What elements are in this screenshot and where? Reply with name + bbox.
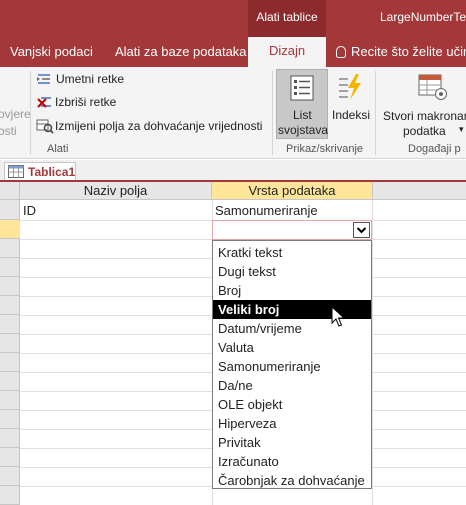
dropdown-option[interactable]: Dugi tekst [213,262,371,281]
column-header-field-name[interactable]: Naziv polja [20,182,212,200]
mouse-cursor-icon [331,306,345,327]
cut-off-label-top: ovjere [0,107,31,121]
dropdown-option[interactable]: Valuta [213,338,371,357]
create-data-macros-label-2: podatka [403,124,446,138]
column-header-data-type[interactable]: Vrsta podataka [212,182,372,200]
corner-selector [0,182,20,200]
modify-lookups-label: Izmijeni polja za dohvaćanje vrijednosti [55,119,263,133]
dropdown-option[interactable]: Kratki tekst [213,243,371,262]
ribbon-tab-row: Vanjski podaci Alati za baze podataka Re… [0,37,466,67]
row-selector[interactable] [0,353,20,372]
dropdown-option[interactable]: Da/ne [213,376,371,395]
chevron-down-icon [356,227,367,234]
create-data-macros-button[interactable]: Stvori makronar podatka ▾ [380,69,466,139]
modify-lookups-button[interactable]: Izmijeni polja za dohvaćanje vrijednosti [36,117,268,137]
data-type-combo[interactable] [212,220,372,240]
property-sheet-label-2: svojstava [278,123,329,137]
create-data-macros-label-1: Stvori makronar [383,109,466,123]
table-icon [8,165,24,178]
data-type-cell[interactable]: Samonumeriranje [215,203,318,218]
row-selector[interactable] [0,486,20,505]
document-tab-label: Tablica1 [28,165,76,179]
dropdown-option[interactable]: Datum/vrijeme [213,319,371,338]
dropdown-button[interactable] [353,222,370,238]
cut-off-label-bottom: osti [0,124,17,138]
row-selector[interactable] [0,258,20,277]
row-selector-column [0,182,20,505]
tab-database-tools[interactable]: Alati za baze podataka [115,44,247,59]
modify-lookups-icon [36,119,54,134]
row-selector[interactable] [0,429,20,448]
dropdown-option[interactable]: Broj [213,281,371,300]
dropdown-option[interactable]: Hiperveza [213,414,371,433]
chevron-down-icon: ▾ [459,124,464,134]
group-tools-label: Alati [47,143,69,155]
delete-rows-label: Izbriši retke [55,95,117,109]
lightbulb-icon [336,46,346,58]
property-sheet-label-1: List [293,108,312,122]
context-tab-label: Alati tablice [256,10,318,24]
app-title: LargeNumberTe [380,10,466,24]
group-show-hide-label: Prikaz/skrivanje [286,143,364,155]
ribbon-separator [30,71,31,155]
field-name-cell[interactable]: ID [23,203,36,218]
property-sheet-button[interactable]: List svojstava [276,69,328,139]
property-sheet-icon [290,75,314,101]
row-selector[interactable] [0,277,20,296]
insert-rows-icon [37,74,50,84]
ribbon-separator [272,71,273,155]
tell-me-box[interactable]: Recite što želite učini [336,44,466,59]
data-macros-icon [418,74,447,100]
lightning-icon [339,74,361,100]
data-type-dropdown: Kratki tekst Dugi tekst Broj Veliki broj… [212,240,372,489]
row-selector[interactable] [0,391,20,410]
dropdown-option[interactable]: Čarobnjak za dohvaćanje [213,471,371,490]
tab-design[interactable]: Dizajn [248,37,326,67]
dropdown-option[interactable]: Samonumeriranje [213,357,371,376]
row-selector[interactable] [0,372,20,391]
dropdown-option[interactable]: Privitak [213,433,371,452]
row-selector[interactable] [0,201,20,220]
row-selector-current[interactable] [0,220,20,239]
column-header-description[interactable] [372,182,466,200]
indexes-button[interactable]: Indeksi [330,69,372,139]
dropdown-option[interactable]: Izračunato [213,452,371,471]
tab-external-data[interactable]: Vanjski podaci [10,44,93,59]
row-selector[interactable] [0,239,20,258]
group-events-label: Događaji p [408,143,461,155]
ribbon: ovjere osti Umetni retke Izbriši retke I… [0,67,466,159]
insert-rows-button[interactable]: Umetni retke [36,70,136,90]
indexes-label: Indeksi [332,108,371,122]
row-selector[interactable] [0,467,20,486]
dropdown-option[interactable]: OLE objekt [213,395,371,414]
delete-rows-icon [37,97,51,108]
insert-rows-label: Umetni retke [56,72,125,86]
delete-rows-button[interactable]: Izbriši retke [36,93,136,113]
dropdown-option-selected[interactable]: Veliki broj [213,300,371,319]
row-selector[interactable] [0,410,20,429]
row-selector[interactable] [0,296,20,315]
ribbon-separator [375,71,376,155]
row-selector[interactable] [0,315,20,334]
tell-me-text: Recite što želite učini [351,44,466,59]
row-selector[interactable] [0,448,20,467]
grid-line [372,200,373,505]
row-selector[interactable] [0,334,20,353]
